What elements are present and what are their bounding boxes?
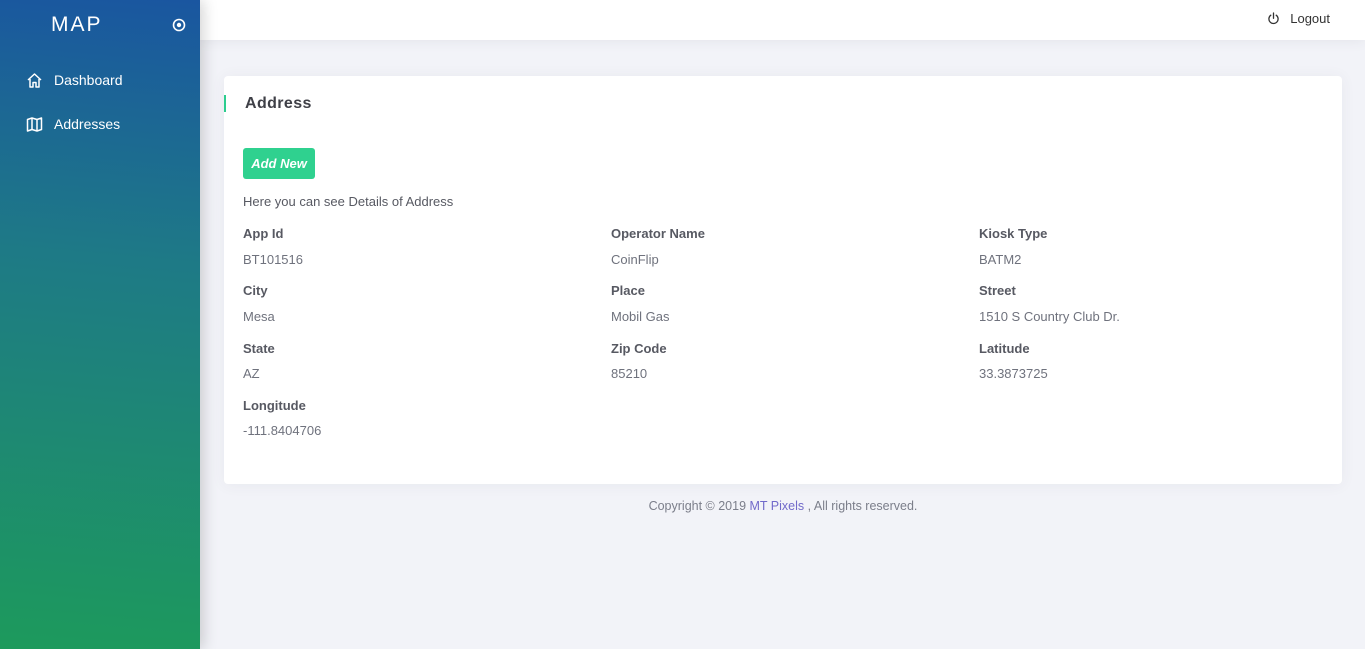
sidebar-item-addresses[interactable]: Addresses (0, 102, 200, 146)
mt-pixels-link[interactable]: MT Pixels (750, 499, 805, 513)
topbar: Logout (200, 0, 1365, 40)
zip-code-value: 85210 (611, 366, 648, 381)
longitude-value: -111.8404706 (243, 423, 322, 438)
zip-code-label: Zip Code (611, 341, 667, 356)
add-new-button[interactable]: Add New (243, 148, 315, 179)
brand-title: MAP (51, 13, 103, 36)
copyright-prefix: Copyright © 2019 (648, 499, 750, 513)
map-icon (25, 115, 43, 133)
page-title: Address (224, 95, 312, 112)
operator-name-label: Operator Name (611, 226, 705, 241)
sidebar-item-label: Dashboard (54, 72, 123, 88)
longitude-label: Longitude (243, 398, 306, 413)
latitude-label: Latitude (979, 341, 1030, 356)
place-value: Mobil Gas (611, 309, 670, 324)
street-label: Street (979, 283, 1016, 298)
intro-text: Here you can see Details of Address (243, 194, 454, 209)
home-icon (25, 71, 43, 89)
sidebar-item-dashboard[interactable]: Dashboard (0, 58, 200, 102)
copyright-suffix: , All rights reserved. (804, 499, 918, 513)
logout-label: Logout (1290, 11, 1330, 26)
city-value: Mesa (243, 309, 275, 324)
latitude-value: 33.3873725 (979, 366, 1048, 381)
sidebar-nav: Dashboard Addresses (0, 58, 200, 146)
sidebar-brand: MAP (0, 0, 200, 52)
kiosk-type-value: BATM2 (979, 252, 1022, 267)
state-value: AZ (243, 366, 260, 381)
app-id-value: BT101516 (243, 252, 303, 267)
operator-name-value: CoinFlip (611, 252, 659, 267)
kiosk-type-label: Kiosk Type (979, 226, 1048, 241)
city-label: City (243, 283, 268, 298)
street-value: 1510 S Country Club Dr. (979, 309, 1120, 324)
app-id-label: App Id (243, 226, 284, 241)
footer: Copyright © 2019 MT Pixels , All rights … (224, 499, 1342, 513)
power-icon (1267, 12, 1281, 26)
address-card: Address Add New Here you can see Details… (224, 76, 1342, 484)
sidebar: MAP Dashboard Addresses (0, 0, 200, 649)
sidebar-item-label: Addresses (54, 116, 121, 132)
sidebar-toggle-icon[interactable] (172, 18, 186, 32)
state-label: State (243, 341, 275, 356)
place-label: Place (611, 283, 645, 298)
logout-button[interactable]: Logout (1267, 11, 1330, 26)
